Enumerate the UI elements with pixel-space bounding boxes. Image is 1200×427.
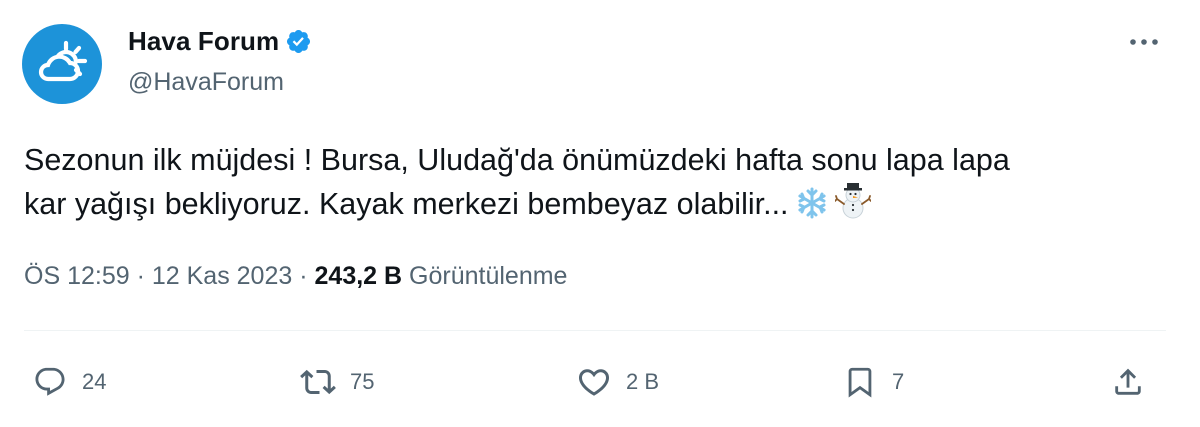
like-button[interactable]: 2 B: [576, 360, 659, 404]
divider: [24, 330, 1166, 331]
tweet-card: Hava Forum @HavaForum Sezonun ilk müjdes…: [0, 0, 1200, 427]
bookmark-button[interactable]: 7: [842, 360, 904, 404]
bookmark-icon: [842, 364, 878, 400]
retweet-count: 75: [350, 369, 375, 394]
more-options-icon[interactable]: [1126, 28, 1162, 56]
verified-badge-icon[interactable]: [285, 28, 312, 55]
share-icon: [1110, 364, 1146, 400]
tweet-text-line-2: kar yağışı bekliyoruz. Kayak merkezi bem…: [24, 187, 789, 221]
views-label: Görüntülenme: [409, 262, 568, 290]
reply-icon: [32, 364, 68, 400]
author-name-row: Hava Forum: [128, 26, 312, 57]
retweet-icon: [300, 364, 336, 400]
cloud-sun-icon: [38, 40, 88, 82]
bookmark-count: 7: [892, 369, 905, 394]
snowman-icon: [833, 182, 872, 232]
retweet-button[interactable]: 75: [300, 360, 374, 404]
views-count: 243,2 B: [314, 262, 403, 290]
reply-button[interactable]: 24: [32, 360, 106, 404]
tweet-text: Sezonun ilk müjdesi ! Bursa, Uludağ'da ö…: [24, 138, 1174, 232]
avatar[interactable]: [22, 24, 102, 104]
reply-count: 24: [82, 369, 107, 394]
tweet-text-line-2-wrap: kar yağışı bekliyoruz. Kayak merkezi bem…: [24, 182, 1174, 232]
tweet-text-line-1: Sezonun ilk müjdesi ! Bursa, Uludağ'da ö…: [24, 143, 1010, 177]
like-count: 2 B: [626, 369, 660, 394]
meta-separator: ·: [136, 262, 145, 290]
author-handle[interactable]: @HavaForum: [128, 68, 284, 97]
tweet-date[interactable]: 12 Kas 2023: [152, 262, 292, 290]
share-button[interactable]: [1110, 360, 1146, 404]
tweet-meta: ÖS 12:59 · 12 Kas 2023 · 243,2 B Görüntü…: [24, 262, 567, 291]
heart-icon: [576, 364, 612, 400]
tweet-time[interactable]: ÖS 12:59: [24, 262, 130, 290]
display-name[interactable]: Hava Forum: [128, 26, 279, 57]
snowflake-icon: [795, 186, 829, 232]
meta-separator: ·: [299, 262, 308, 290]
